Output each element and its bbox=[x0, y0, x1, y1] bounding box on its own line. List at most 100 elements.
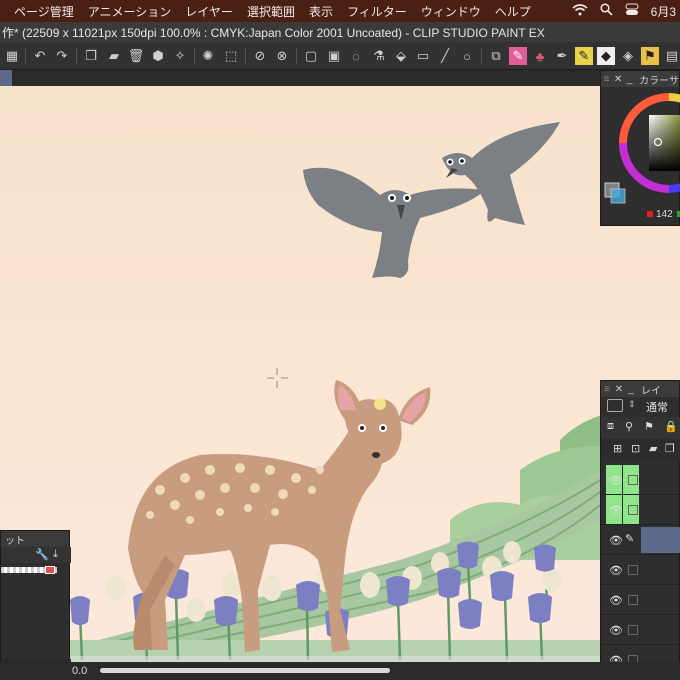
color-swatch[interactable] bbox=[45, 566, 55, 574]
page-list-icon[interactable]: ▦ bbox=[3, 47, 21, 65]
brush-icon[interactable]: ✒ bbox=[553, 47, 571, 65]
eye-icon[interactable]: 👁 bbox=[609, 533, 623, 547]
trash-icon[interactable]: 🗑 bbox=[127, 47, 145, 65]
fill-selection-icon[interactable]: ▢ bbox=[302, 47, 320, 65]
eye-icon[interactable]: 👁 bbox=[609, 473, 623, 487]
menu-selection[interactable]: 選択範囲 bbox=[247, 3, 295, 20]
redo-icon[interactable]: ↷ bbox=[53, 47, 71, 65]
panel-title: カラーサ bbox=[639, 75, 679, 87]
highlight-brush-icon[interactable]: ✎ bbox=[575, 47, 593, 65]
layer-check[interactable] bbox=[628, 565, 638, 575]
diamond-icon[interactable]: ◆ bbox=[597, 47, 615, 65]
color-wheel[interactable] bbox=[601, 87, 680, 227]
menu-page-management[interactable]: ページ管理 bbox=[14, 3, 74, 20]
lock-transparent-icon[interactable]: ⧈ bbox=[607, 420, 614, 433]
unlink-icon[interactable]: ⊗ bbox=[273, 47, 291, 65]
eye-icon[interactable]: 👁 bbox=[609, 503, 623, 517]
line-tool-icon[interactable]: ╱ bbox=[436, 47, 454, 65]
spinner-icon[interactable]: ✺ bbox=[199, 47, 217, 65]
open-folder-icon[interactable]: ▰ bbox=[105, 47, 123, 65]
menu-bar: ページ管理 アニメーション レイヤー 選択範囲 表示 フィルター ウィンドウ ヘ… bbox=[0, 0, 680, 22]
window-title: 作* (22509 x 11021px 150dpi 100.0% : CMYK… bbox=[2, 25, 545, 40]
layer-copy-icon[interactable]: ⧉ bbox=[487, 47, 505, 65]
copy-icon[interactable]: ❐ bbox=[82, 47, 100, 65]
minimize-icon[interactable]: _ bbox=[625, 384, 637, 395]
canvas-tab-strip bbox=[0, 70, 680, 86]
layer-row-selected[interactable]: 👁 ✎ bbox=[601, 525, 680, 555]
zoom-readout: 0.0 bbox=[72, 665, 88, 677]
layer-thumbnail bbox=[641, 527, 680, 553]
panel-grip-icon[interactable]: ≡ bbox=[601, 384, 613, 395]
link-icon[interactable]: ⊘ bbox=[251, 47, 269, 65]
new-raster-layer-icon[interactable]: ⊞ bbox=[613, 442, 622, 455]
command-bar: ▦ ↶ ↷ ❐ ▰ 🗑 ⬢ ✧ ✺ ⬚ ⊘ ⊗ ▢ ▣ ◌ ⚗ ⬙ ▭ ╱ ○ … bbox=[0, 42, 680, 70]
undo-icon[interactable]: ↶ bbox=[31, 47, 49, 65]
minimize-icon[interactable]: _ bbox=[624, 74, 635, 85]
lasso-icon[interactable]: ◌ bbox=[347, 47, 365, 65]
new-folder-icon[interactable]: ▰ bbox=[649, 442, 657, 455]
eye-icon[interactable]: 👁 bbox=[609, 623, 623, 637]
layer-row[interactable]: 👁 bbox=[601, 495, 680, 525]
control-center-icon[interactable] bbox=[625, 3, 639, 19]
canvas-area[interactable] bbox=[0, 86, 680, 666]
ellipse-tool-icon[interactable]: ○ bbox=[458, 47, 476, 65]
crow-large bbox=[303, 167, 485, 278]
close-icon[interactable]: ✕ bbox=[613, 384, 625, 395]
layer-thumb-toggle-icon[interactable] bbox=[607, 399, 623, 412]
flask-icon[interactable]: ⚗ bbox=[370, 47, 388, 65]
panel-title: ット bbox=[5, 535, 25, 547]
illustration bbox=[0, 122, 680, 666]
color-value-readout: 142 bbox=[656, 209, 673, 220]
subtool-header: 🔧 ⤓ bbox=[1, 547, 71, 563]
duplicate-layer-icon[interactable]: ❐ bbox=[665, 442, 675, 455]
rectangle-tool-icon[interactable]: ▭ bbox=[414, 47, 432, 65]
eye-icon[interactable]: 👁 bbox=[609, 563, 623, 577]
crop-icon[interactable]: ⬚ bbox=[222, 47, 240, 65]
menu-layer[interactable]: レイヤー bbox=[185, 3, 233, 20]
pen-pink-icon[interactable]: ✎ bbox=[509, 47, 527, 65]
layer-check[interactable] bbox=[628, 475, 638, 485]
layer-row[interactable]: 👁 bbox=[601, 555, 680, 585]
select-all-icon[interactable]: ▣ bbox=[325, 47, 343, 65]
paint-bucket-icon[interactable]: ⬙ bbox=[392, 47, 410, 65]
menu-animation[interactable]: アニメーション bbox=[88, 3, 172, 20]
menu-help[interactable]: ヘルプ bbox=[495, 3, 531, 20]
eye-icon[interactable]: 👁 bbox=[609, 593, 623, 607]
new-vector-layer-icon[interactable]: ⊡ bbox=[631, 442, 640, 455]
clip-layer-icon[interactable]: ⚲ bbox=[625, 420, 633, 433]
download-icon[interactable]: ⤓ bbox=[53, 548, 58, 561]
stamp-icon[interactable]: ⚑ bbox=[641, 47, 659, 65]
subtool-panel: ット 🔧 ⤓ ⎘ ⬫ 🗑 bbox=[0, 530, 71, 680]
panel-grip-icon[interactable]: ≡ bbox=[601, 74, 612, 85]
transform-icon[interactable]: ⬢ bbox=[149, 47, 167, 65]
canvas-tab[interactable] bbox=[0, 70, 12, 86]
more-tools-icon[interactable]: ▤ bbox=[663, 47, 680, 65]
crosshair-cursor-icon bbox=[267, 368, 288, 388]
reference-icon[interactable]: ⚑ bbox=[644, 420, 654, 433]
blend-mode-select[interactable]: 通常 bbox=[646, 399, 668, 415]
horizontal-scrollbar[interactable] bbox=[100, 668, 390, 673]
crow-small bbox=[442, 122, 560, 225]
layer-row[interactable]: 👁 bbox=[601, 615, 680, 645]
clock-date[interactable]: 6月3 bbox=[651, 3, 676, 20]
pressure-icon[interactable]: ♣ bbox=[531, 47, 549, 65]
menu-window[interactable]: ウィンドウ bbox=[421, 3, 481, 20]
search-icon[interactable] bbox=[600, 3, 613, 19]
menu-filter[interactable]: フィルター bbox=[347, 3, 407, 20]
layer-check[interactable] bbox=[628, 595, 638, 605]
lock-icon[interactable]: 🔒 bbox=[664, 420, 678, 433]
layer-check[interactable] bbox=[628, 505, 638, 515]
panel-title: レイ bbox=[641, 385, 661, 397]
chevron-updown-icon[interactable]: ⇕ bbox=[628, 399, 636, 410]
layer-row[interactable]: 👁 bbox=[601, 585, 680, 615]
eraser-icon[interactable]: ◈ bbox=[619, 47, 637, 65]
layer-actions-bar: ⧈ ⚲ ⚑ 🔒 bbox=[601, 417, 680, 439]
wrench-icon[interactable]: 🔧 bbox=[35, 548, 49, 561]
wifi-icon[interactable] bbox=[572, 3, 588, 19]
status-bar: 0.0 bbox=[0, 662, 680, 680]
layer-row[interactable]: 👁 bbox=[601, 465, 680, 495]
close-icon[interactable]: ✕ bbox=[612, 74, 623, 85]
magic-wand-icon[interactable]: ✧ bbox=[171, 47, 189, 65]
layer-check[interactable] bbox=[628, 625, 638, 635]
menu-view[interactable]: 表示 bbox=[309, 3, 333, 20]
